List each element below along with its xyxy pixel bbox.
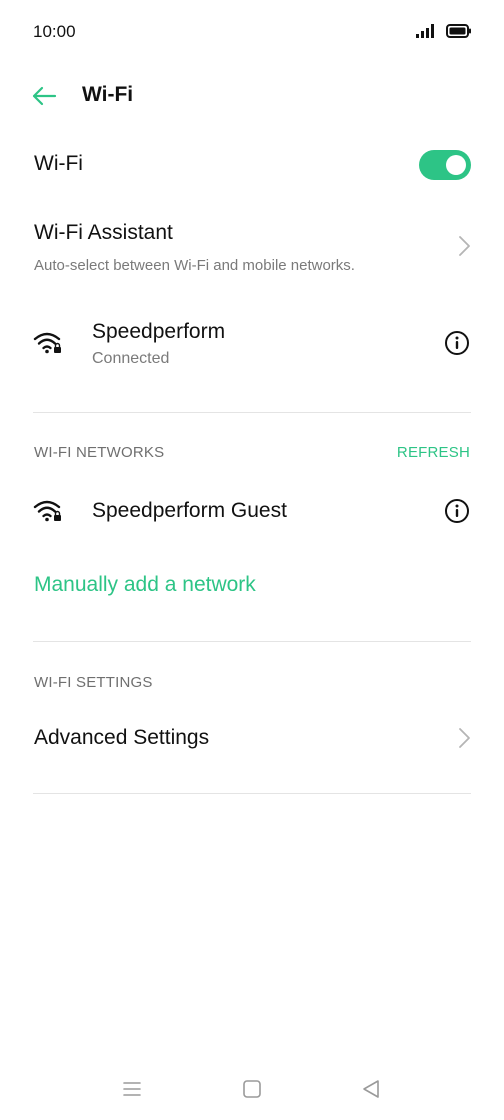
menu-button[interactable] — [119, 1076, 145, 1102]
signal-icon — [416, 24, 434, 38]
connected-network-row[interactable]: Speedperform Connected — [0, 306, 504, 382]
network-name: Speedperform Guest — [92, 499, 287, 522]
chevron-right-icon — [459, 728, 470, 748]
arrow-left-icon — [32, 86, 57, 106]
chevron-right-icon — [459, 236, 470, 256]
wifi-locked-icon — [33, 332, 61, 354]
info-icon[interactable] — [444, 498, 470, 524]
advanced-settings-label: Advanced Settings — [34, 726, 210, 749]
toggle-knob — [446, 155, 466, 175]
battery-icon — [446, 24, 471, 38]
back-triangle-icon — [363, 1080, 379, 1098]
network-list-item[interactable]: Speedperform Guest — [0, 478, 504, 544]
wifi-assistant-subtitle: Auto-select between Wi-Fi and mobile net… — [34, 257, 355, 274]
advanced-settings-row[interactable]: Advanced Settings — [0, 708, 504, 770]
page-title: Wi-Fi — [82, 83, 134, 106]
status-icons — [416, 24, 472, 38]
wifi-toggle-label: Wi-Fi — [34, 152, 83, 175]
info-icon[interactable] — [444, 330, 470, 356]
networks-section-label: WI-FI NETWORKS — [34, 444, 165, 461]
menu-icon — [123, 1082, 141, 1096]
home-button[interactable] — [239, 1076, 265, 1102]
wifi-toggle[interactable] — [419, 150, 471, 180]
nav-back-button[interactable] — [358, 1076, 384, 1102]
wifi-assistant-title: Wi-Fi Assistant — [34, 221, 173, 244]
divider — [33, 412, 471, 413]
refresh-button[interactable]: REFRESH — [397, 444, 470, 461]
divider — [33, 641, 471, 642]
wifi-locked-icon — [33, 500, 61, 522]
connected-network-status: Connected — [92, 350, 170, 367]
status-time: 10:00 — [33, 22, 76, 41]
connected-network-name: Speedperform — [92, 320, 226, 343]
wifi-assistant-row[interactable]: Wi-Fi Assistant Auto-select between Wi-F… — [0, 208, 504, 284]
back-button[interactable] — [28, 82, 60, 110]
manually-add-network-link[interactable]: Manually add a network — [34, 573, 256, 597]
settings-section-label: WI-FI SETTINGS — [34, 674, 153, 691]
divider — [33, 793, 471, 794]
home-icon — [243, 1080, 261, 1098]
